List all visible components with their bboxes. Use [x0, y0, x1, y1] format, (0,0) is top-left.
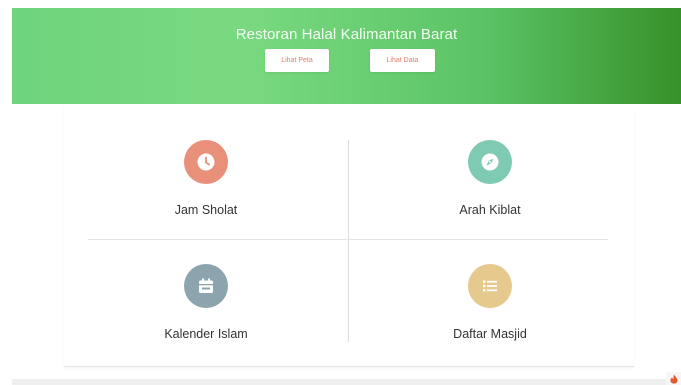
menu-label: Arah Kiblat: [459, 203, 521, 217]
menu-item-daftar-masjid[interactable]: Daftar Masjid: [390, 264, 590, 341]
vertical-divider: [348, 140, 349, 342]
flame-icon[interactable]: [666, 372, 681, 385]
view-data-button[interactable]: Lihat Data: [370, 49, 435, 72]
list-icon: [468, 264, 512, 308]
calendar-icon: [184, 264, 228, 308]
menu-label: Daftar Masjid: [453, 327, 527, 341]
header-banner: Restoran Halal Kalimantan Barat Lihat Pe…: [12, 8, 681, 104]
footer-bar: [12, 379, 666, 385]
clock-icon: [184, 140, 228, 184]
compass-icon: [468, 140, 512, 184]
menu-item-kalender-islam[interactable]: Kalender Islam: [106, 264, 306, 341]
menu-item-arah-kiblat[interactable]: Arah Kiblat: [390, 140, 590, 217]
horizontal-divider: [88, 239, 608, 240]
menu-label: Kalender Islam: [164, 327, 248, 341]
menu-item-jam-sholat[interactable]: Jam Sholat: [106, 140, 306, 217]
site-title: Restoran Halal Kalimantan Barat: [235, 26, 458, 43]
view-map-button[interactable]: Lihat Peta: [265, 49, 329, 72]
menu-label: Jam Sholat: [174, 203, 238, 217]
